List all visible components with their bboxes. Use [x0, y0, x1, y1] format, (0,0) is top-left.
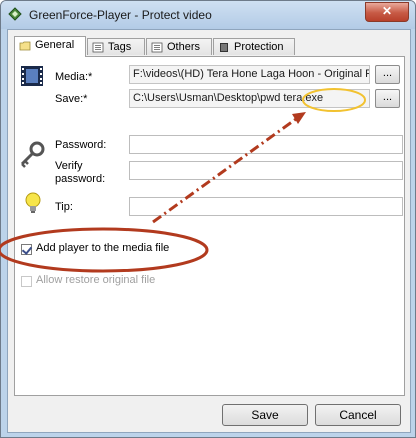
dialog-window: GreenForce-Player - Protect video ✕ Gene… — [0, 0, 416, 438]
verify-password-field[interactable] — [129, 161, 403, 180]
tab-general-label: General — [35, 39, 75, 51]
save-browse-button[interactable]: ... — [375, 89, 400, 108]
allow-restore-checkbox[interactable] — [21, 276, 32, 287]
lock-icon — [220, 43, 228, 52]
verify-label-line2: password: — [55, 173, 106, 185]
close-button[interactable]: ✕ — [365, 2, 409, 22]
save-button[interactable]: Save — [222, 404, 308, 426]
tab-protection-label: Protection — [234, 41, 284, 53]
save-label: Save:* — [55, 93, 88, 105]
title-bar[interactable]: GreenForce-Player - Protect video ✕ — [1, 1, 415, 29]
tab-tags[interactable]: Tags — [87, 38, 145, 55]
verify-label-line1: Verify — [55, 160, 83, 172]
tab-others[interactable]: Others — [146, 38, 212, 55]
verify-password-label: Verify password: — [55, 160, 105, 186]
window-title: GreenForce-Player - Protect video — [29, 8, 212, 22]
list-icon — [151, 42, 163, 53]
password-label: Password: — [55, 139, 107, 151]
tab-tags-label: Tags — [108, 41, 132, 53]
cancel-button[interactable]: Cancel — [315, 404, 401, 426]
film-strip-icon — [21, 66, 43, 86]
media-label: Media:* — [55, 71, 93, 83]
add-player-checkbox[interactable] — [21, 244, 32, 255]
key-icon — [20, 141, 45, 168]
tip-field[interactable] — [129, 197, 403, 216]
tip-label: Tip: — [55, 201, 73, 213]
general-panel: Media:* F:\videos\(HD) Tera Hone Laga Ho… — [14, 56, 405, 396]
tab-others-label: Others — [167, 41, 201, 53]
password-field[interactable] — [129, 135, 403, 154]
media-path-field[interactable]: F:\videos\(HD) Tera Hone Laga Hoon - Ori… — [129, 65, 370, 84]
dialog-body: General Tags Others Protection Media:* F… — [7, 29, 411, 433]
allow-restore-label: Allow restore original file — [36, 274, 156, 286]
tab-general[interactable]: General — [14, 36, 86, 57]
tab-protection[interactable]: Protection — [213, 38, 295, 55]
add-player-label: Add player to the media file — [36, 242, 170, 254]
folder-icon — [19, 41, 31, 51]
list-icon — [92, 42, 104, 53]
lightbulb-icon — [25, 192, 41, 213]
save-path-field[interactable]: C:\Users\Usman\Desktop\pwd tera.exe — [129, 89, 370, 108]
greenforce-app-icon — [8, 7, 22, 21]
media-browse-button[interactable]: ... — [375, 65, 400, 84]
